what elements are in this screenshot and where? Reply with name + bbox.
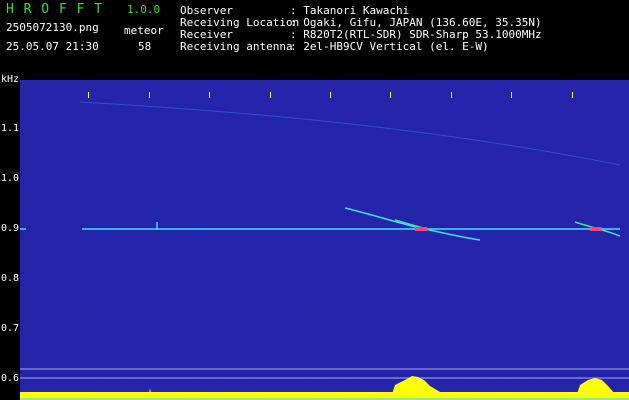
file-datetime: 25.05.07 21:30 — [6, 40, 99, 53]
x-tick-mark — [330, 92, 331, 98]
y-tick-label: 1.0 — [1, 173, 20, 184]
file-name: 2505072130.png — [6, 21, 99, 34]
waterfall-spectrogram — [20, 80, 629, 400]
y-tick-label: 0.7 — [1, 323, 20, 334]
meteor-hotspot — [415, 227, 427, 231]
y-tick-label: 1.1 — [1, 123, 20, 134]
app-version: 1.0.0 — [127, 3, 161, 16]
info-antenna-value: : 2el-HB9CV Vertical (el. E-W) — [290, 40, 489, 53]
x-tick-mark — [209, 92, 210, 98]
x-tick-mark — [511, 92, 512, 98]
meteor-count: 58 — [138, 40, 152, 53]
type-label: meteor — [124, 24, 164, 37]
meteor-hotspot-2 — [590, 227, 602, 231]
y-tick-label: 0.9 — [1, 223, 20, 234]
y-axis: kHz 1.1 1.0 0.9 0.8 0.7 0.6 — [0, 74, 20, 400]
hrofft-window: H R O F F T 1.0.0 2505072130.png 25.05.0… — [0, 0, 629, 400]
x-tick-mark — [451, 92, 452, 98]
info-antenna-label: Receiving antenna — [180, 40, 293, 53]
y-unit-label: kHz — [1, 74, 20, 85]
x-tick-mark — [88, 92, 89, 98]
waterfall-noise — [20, 80, 629, 400]
y-tick-label: 0.6 — [1, 373, 20, 384]
app-title: H R O F F T — [6, 2, 104, 17]
x-tick-mark — [149, 92, 150, 98]
y-tick-label: 0.8 — [1, 273, 20, 284]
x-tick-mark — [572, 92, 573, 98]
x-tick-mark — [270, 92, 271, 98]
x-tick-mark — [390, 92, 391, 98]
